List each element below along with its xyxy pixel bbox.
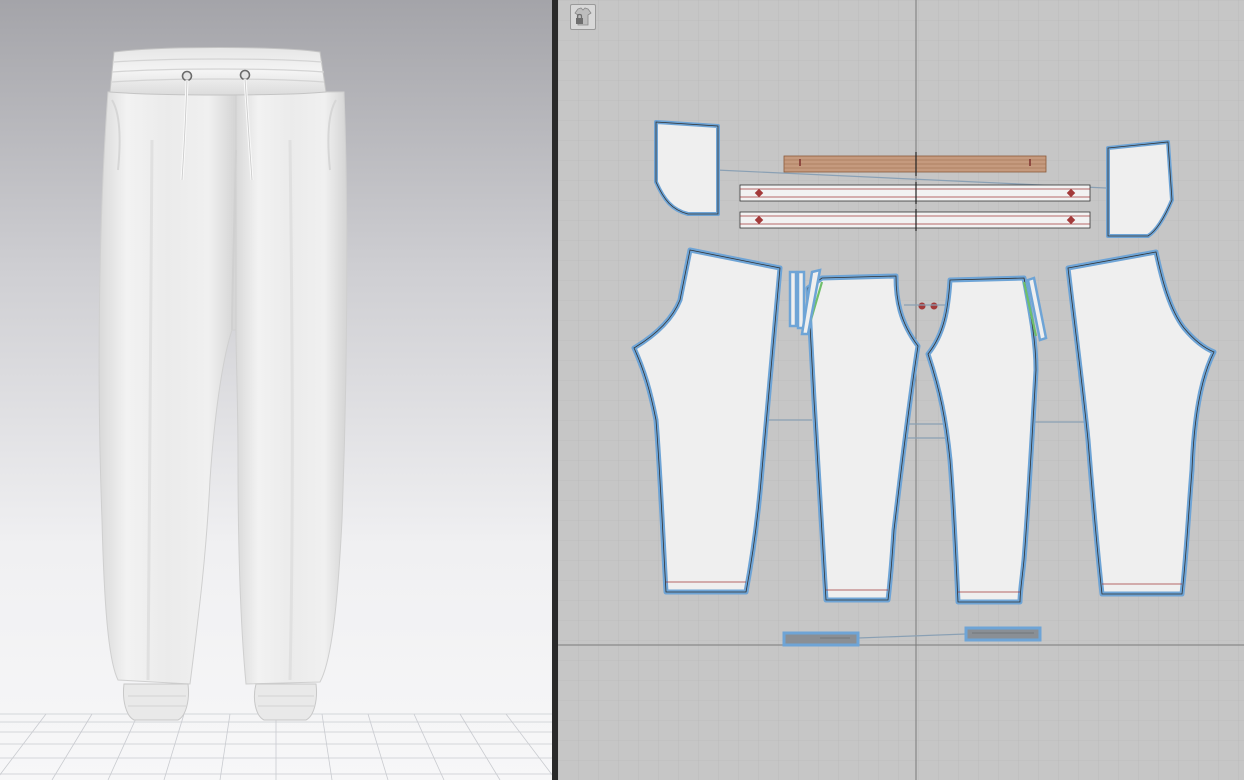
waistband	[109, 47, 327, 96]
pattern-cuff-left[interactable]	[782, 631, 860, 647]
pattern-pocket-facing-right[interactable]	[1106, 140, 1174, 238]
eyelet-left-icon	[181, 70, 193, 82]
pattern-waistband[interactable]	[783, 152, 1047, 176]
3d-viewport[interactable]	[0, 0, 552, 780]
pattern-casing-2[interactable]	[739, 209, 1091, 231]
lock-shirt-tool-button[interactable]	[570, 4, 596, 30]
lock-shirt-icon	[574, 7, 592, 26]
pattern-cuff-right[interactable]	[964, 626, 1042, 642]
left-cuff	[123, 683, 189, 721]
right-cuff	[253, 683, 317, 721]
eyelet-right-icon	[239, 69, 251, 81]
pattern-casing-1[interactable]	[739, 182, 1091, 204]
pattern-pocket-facing-left[interactable]	[654, 120, 720, 216]
2d-pattern-viewport[interactable]	[558, 0, 1244, 780]
